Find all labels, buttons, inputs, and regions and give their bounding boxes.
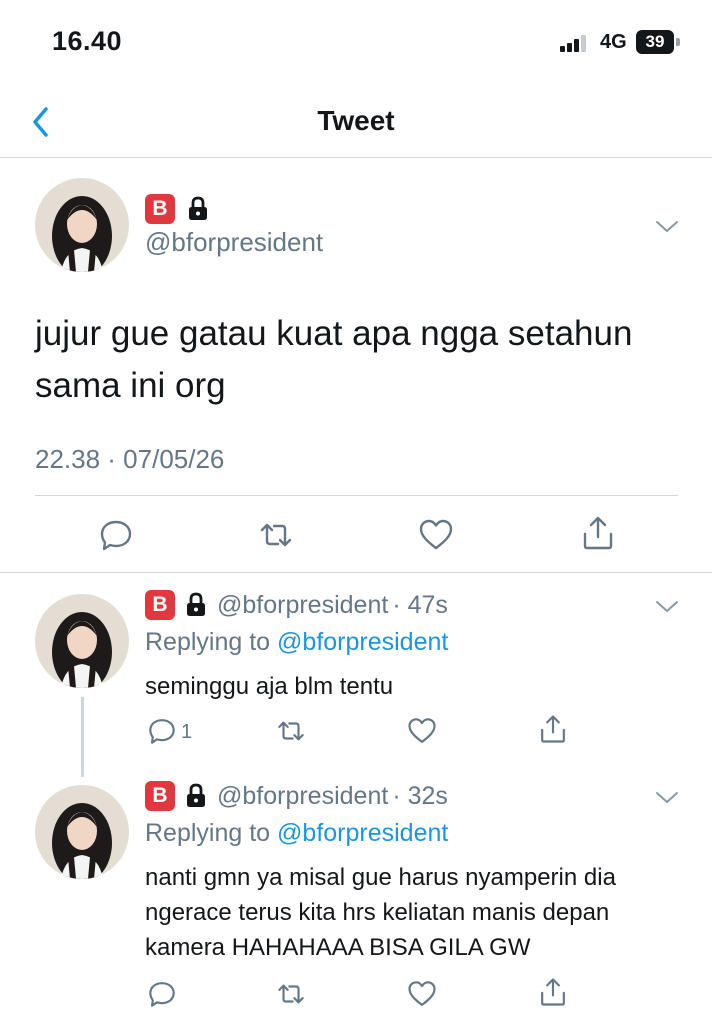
divider bbox=[35, 495, 678, 496]
reply-header: B @bforpresident · 32s bbox=[145, 781, 448, 811]
network-type: 4G bbox=[600, 31, 627, 53]
reply-icon[interactable] bbox=[147, 716, 177, 746]
replying-to-label: Replying to bbox=[145, 819, 271, 847]
signal-icon bbox=[560, 34, 590, 52]
share-icon[interactable] bbox=[538, 977, 568, 1007]
chevron-down-icon[interactable] bbox=[655, 791, 679, 805]
reply-icon[interactable] bbox=[98, 517, 134, 553]
chevron-down-icon[interactable] bbox=[655, 220, 679, 234]
lock-icon bbox=[187, 196, 209, 222]
reply-handle[interactable]: @bforpresident bbox=[217, 782, 388, 811]
badge-b-icon: B bbox=[145, 781, 175, 811]
battery-icon: 39 bbox=[636, 30, 680, 54]
avatar[interactable] bbox=[35, 594, 129, 688]
share-icon[interactable] bbox=[580, 515, 616, 551]
reply-age: · 32s bbox=[392, 781, 448, 810]
tweet-actions bbox=[0, 512, 712, 558]
lock-icon bbox=[185, 783, 207, 809]
reply-icon[interactable] bbox=[147, 979, 177, 1009]
tweet-timestamp: 22.38 · 07/05/26 bbox=[35, 444, 225, 474]
badge-b-icon: B bbox=[145, 590, 175, 620]
chevron-down-icon[interactable] bbox=[655, 600, 679, 614]
retweet-icon[interactable] bbox=[276, 979, 306, 1009]
share-icon[interactable] bbox=[538, 714, 568, 744]
reply-header: B @bforpresident · 47s bbox=[145, 590, 448, 620]
replying-to-link[interactable]: @bforpresident bbox=[277, 628, 448, 656]
lock-icon bbox=[185, 592, 207, 618]
status-time: 16.40 bbox=[52, 26, 123, 56]
reply-count: 1 bbox=[181, 721, 193, 743]
nav-bar: Tweet bbox=[0, 88, 712, 158]
reply-text: seminggu aja blm tentu bbox=[145, 673, 394, 700]
reply-handle[interactable]: @bforpresident bbox=[217, 591, 388, 620]
author-badges: B bbox=[145, 193, 209, 225]
badge-b-icon: B bbox=[145, 194, 175, 224]
avatar[interactable] bbox=[35, 178, 129, 272]
like-icon[interactable] bbox=[407, 979, 437, 1009]
page-title: Tweet bbox=[317, 105, 395, 136]
replying-to: Replying to @bforpresident bbox=[145, 819, 448, 848]
battery-level: 39 bbox=[636, 30, 674, 54]
like-icon[interactable] bbox=[418, 517, 454, 553]
retweet-icon[interactable] bbox=[258, 517, 294, 553]
thread-line bbox=[81, 697, 84, 777]
reply-text: nanti gmn ya misal gue harus nyamperin d… bbox=[145, 864, 616, 961]
section-divider bbox=[0, 572, 712, 573]
reply-age: · 47s bbox=[392, 590, 448, 619]
tweet-text: jujur gue gatau kuat apa ngga setahun sa… bbox=[35, 314, 633, 405]
avatar[interactable] bbox=[35, 785, 129, 879]
replying-to: Replying to @bforpresident bbox=[145, 628, 448, 657]
like-icon[interactable] bbox=[407, 716, 437, 746]
replying-to-link[interactable]: @bforpresident bbox=[277, 819, 448, 847]
retweet-icon[interactable] bbox=[276, 716, 306, 746]
replying-to-label: Replying to bbox=[145, 628, 271, 656]
author-handle[interactable]: @bforpresident bbox=[145, 227, 323, 258]
status-bar: 16.40 4G 39 bbox=[0, 0, 712, 88]
